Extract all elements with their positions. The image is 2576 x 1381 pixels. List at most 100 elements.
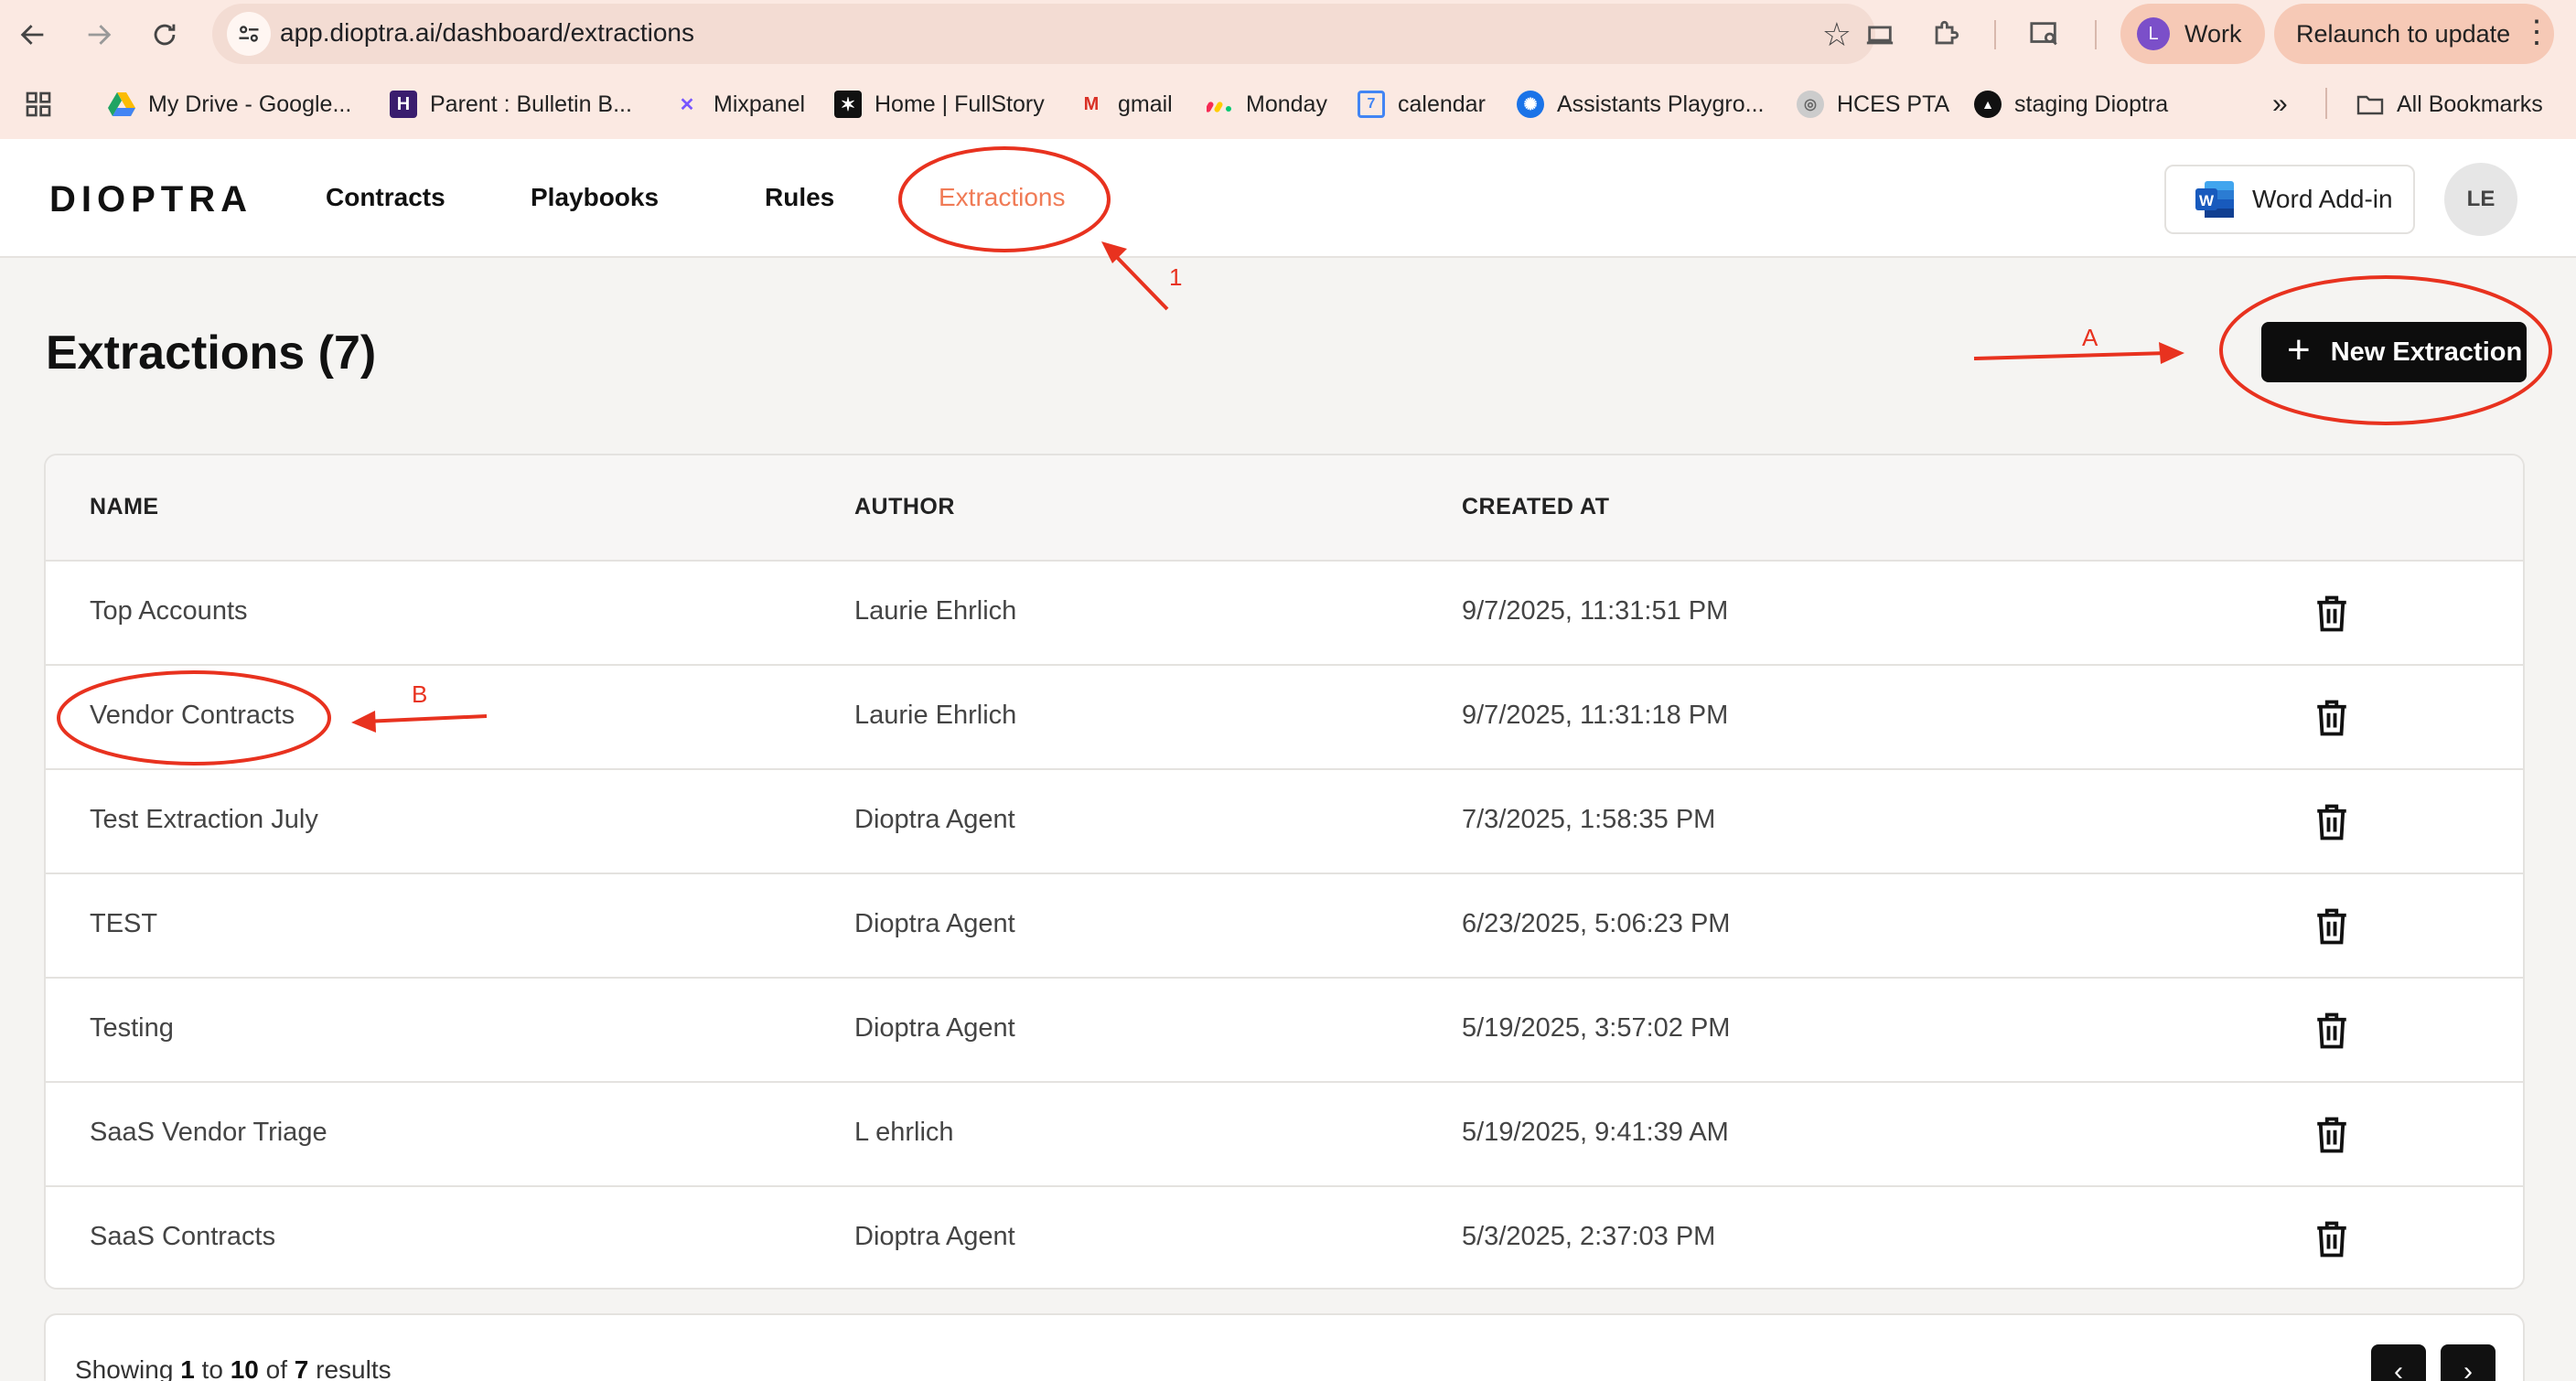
nav-playbooks[interactable]: Playbooks bbox=[531, 183, 659, 212]
bookmark-my-drive[interactable]: My Drive - Google... bbox=[108, 86, 351, 123]
mixpanel-icon: ✕ bbox=[679, 94, 695, 115]
delete-trash-icon[interactable] bbox=[2313, 593, 2351, 635]
column-header-created-at: CREATED AT bbox=[1462, 494, 1610, 519]
cell-name[interactable]: Top Accounts bbox=[90, 596, 248, 626]
delete-trash-icon[interactable] bbox=[2313, 1218, 2351, 1260]
bookmark-label: Mixpanel bbox=[714, 91, 806, 117]
cell-name[interactable]: Vendor Contracts bbox=[90, 701, 295, 731]
cell-name[interactable]: SaaS Contracts bbox=[90, 1222, 275, 1252]
school-icon: ◎ bbox=[1797, 91, 1824, 118]
profile-avatar: L bbox=[2137, 17, 2170, 50]
page-title: Extractions (7) bbox=[46, 327, 377, 380]
site-info-icon[interactable] bbox=[227, 12, 271, 56]
forward-button[interactable] bbox=[77, 13, 121, 57]
cell-author: Laurie Ehrlich bbox=[854, 701, 1017, 730]
monday-icon bbox=[1206, 91, 1233, 118]
table-row[interactable]: Top Accounts Laurie Ehrlich 9/7/2025, 11:3… bbox=[46, 562, 2523, 666]
table-header: NAME AUTHOR CREATED AT bbox=[46, 455, 2523, 562]
user-avatar[interactable]: LE bbox=[2444, 163, 2517, 236]
cell-name[interactable]: SaaS Vendor Triage bbox=[90, 1118, 327, 1148]
bookmark-label: calendar bbox=[1398, 91, 1486, 117]
nav-extractions[interactable]: Extractions bbox=[939, 183, 1066, 212]
browser-menu-icon[interactable]: ⋮ bbox=[2521, 16, 2552, 48]
annotation-arrow-a bbox=[1973, 351, 2169, 360]
table-row[interactable]: SaaS Vendor Triage L ehrlich 5/19/2025, 9:… bbox=[46, 1083, 2523, 1187]
bookmark-hces-pta[interactable]: ◎ HCES PTA bbox=[1797, 86, 1949, 123]
new-extraction-button[interactable]: + New Extraction bbox=[2261, 322, 2527, 382]
plus-icon: + bbox=[2287, 327, 2311, 372]
svg-text:W: W bbox=[2199, 192, 2215, 209]
delete-trash-icon[interactable] bbox=[2313, 905, 2351, 947]
app-header: DIOPTRA Contracts Playbooks Rules Extrac… bbox=[0, 139, 2576, 258]
column-header-name: NAME bbox=[90, 494, 159, 519]
bookmark-assistants[interactable]: ✺ Assistants Playgro... bbox=[1517, 86, 1764, 123]
bookmark-fullstory[interactable]: ✶ Home | FullStory bbox=[834, 86, 1045, 123]
cell-name[interactable]: TEST bbox=[90, 909, 157, 939]
arrowhead-a bbox=[2159, 342, 2184, 364]
all-bookmarks-label: All Bookmarks bbox=[2397, 91, 2543, 117]
table-row[interactable]: Vendor Contracts Laurie Ehrlich 9/7/2025, … bbox=[46, 666, 2523, 770]
cell-created-at: 5/3/2025, 2:37:03 PM bbox=[1462, 1222, 1716, 1251]
word-addin-button[interactable]: W Word Add-in bbox=[2164, 165, 2415, 234]
new-extraction-label: New Extraction bbox=[2330, 337, 2523, 367]
openai-icon: ✺ bbox=[1517, 91, 1544, 118]
bookmark-mixpanel[interactable]: ✕ Mixpanel bbox=[673, 86, 805, 123]
divider bbox=[2325, 88, 2327, 119]
nav-contracts[interactable]: Contracts bbox=[326, 183, 445, 212]
reload-icon bbox=[154, 24, 176, 46]
delete-trash-icon[interactable] bbox=[2313, 697, 2351, 739]
previous-page-button[interactable]: ‹ bbox=[2371, 1344, 2426, 1381]
relaunch-button[interactable]: Relaunch to update bbox=[2274, 4, 2554, 64]
column-header-author: AUTHOR bbox=[854, 494, 955, 519]
cell-created-at: 9/7/2025, 11:31:51 PM bbox=[1462, 596, 1729, 626]
annotation-label-1: 1 bbox=[1169, 263, 1182, 291]
cell-name[interactable]: Test Extraction July bbox=[90, 805, 318, 835]
delete-trash-icon[interactable] bbox=[2313, 801, 2351, 843]
bookmark-label: HCES PTA bbox=[1837, 91, 1950, 117]
bookmark-label: Monday bbox=[1246, 91, 1327, 117]
bookmark-gmail[interactable]: M gmail bbox=[1078, 86, 1173, 123]
toolbar: app.dioptra.ai/dashboard/extractions ☆ L… bbox=[0, 0, 2576, 70]
extensions-icon[interactable] bbox=[1925, 13, 1967, 55]
calendar-icon: 7 bbox=[1358, 91, 1385, 118]
delete-trash-icon[interactable] bbox=[2313, 1010, 2351, 1052]
dioptra-logo[interactable]: DIOPTRA bbox=[49, 179, 252, 220]
bookmark-calendar[interactable]: 7 calendar bbox=[1358, 86, 1486, 123]
fullstory-icon: ✶ bbox=[834, 91, 862, 118]
nav-rules[interactable]: Rules bbox=[765, 183, 834, 212]
cell-created-at: 7/3/2025, 1:58:35 PM bbox=[1462, 805, 1716, 834]
apps-icon[interactable] bbox=[24, 86, 53, 123]
table-row[interactable]: Test Extraction July Dioptra Agent 7/3/202… bbox=[46, 770, 2523, 874]
cell-author: Laurie Ehrlich bbox=[854, 596, 1017, 626]
annotation-label-a: A bbox=[2082, 324, 2098, 351]
tab-search-icon[interactable] bbox=[2023, 13, 2066, 55]
profile-button[interactable]: L Work bbox=[2120, 4, 2265, 64]
bookmark-star-icon[interactable]: ☆ bbox=[1822, 16, 1852, 54]
browser-chrome: app.dioptra.ai/dashboard/extractions ☆ L… bbox=[0, 0, 2576, 139]
bookmark-label: Assistants Playgro... bbox=[1557, 91, 1765, 117]
table-row[interactable]: Testing Dioptra Agent 5/19/2025, 3:57:02 P… bbox=[46, 979, 2523, 1083]
bookmark-parent-bulletin[interactable]: H Parent : Bulletin B... bbox=[390, 86, 632, 123]
cell-name[interactable]: Testing bbox=[90, 1013, 174, 1044]
next-page-button[interactable]: › bbox=[2441, 1344, 2496, 1381]
cell-author: Dioptra Agent bbox=[854, 909, 1015, 938]
folder-icon bbox=[2356, 91, 2384, 118]
cell-author: L ehrlich bbox=[854, 1118, 954, 1147]
url-text: app.dioptra.ai/dashboard/extractions bbox=[280, 18, 694, 47]
cast-icon[interactable] bbox=[1859, 13, 1901, 55]
table-row[interactable]: SaaS Contracts Dioptra Agent 5/3/2025, 2:3… bbox=[46, 1187, 2523, 1288]
back-button[interactable] bbox=[11, 13, 55, 57]
pagination-bar: Showing 1 to 10 of 7 results ‹ › bbox=[44, 1313, 2525, 1381]
table-row[interactable]: TEST Dioptra Agent 6/23/2025, 5:06:23 PM bbox=[46, 874, 2523, 979]
more-bookmarks-icon[interactable]: » bbox=[2272, 86, 2288, 123]
bookmark-staging-dioptra[interactable]: ▲ staging Dioptra bbox=[1974, 86, 2168, 123]
google-drive-icon bbox=[108, 91, 135, 118]
delete-trash-icon[interactable] bbox=[2313, 1114, 2351, 1156]
address-bar[interactable]: app.dioptra.ai/dashboard/extractions ☆ bbox=[212, 4, 1875, 64]
chevron-right-icon: › bbox=[2463, 1356, 2473, 1381]
cell-created-at: 6/23/2025, 5:06:23 PM bbox=[1462, 909, 1731, 938]
profile-name: Work bbox=[2184, 19, 2242, 48]
reload-button[interactable] bbox=[143, 13, 187, 57]
all-bookmarks[interactable]: All Bookmarks bbox=[2356, 86, 2543, 123]
bookmark-monday[interactable]: Monday bbox=[1206, 86, 1327, 123]
